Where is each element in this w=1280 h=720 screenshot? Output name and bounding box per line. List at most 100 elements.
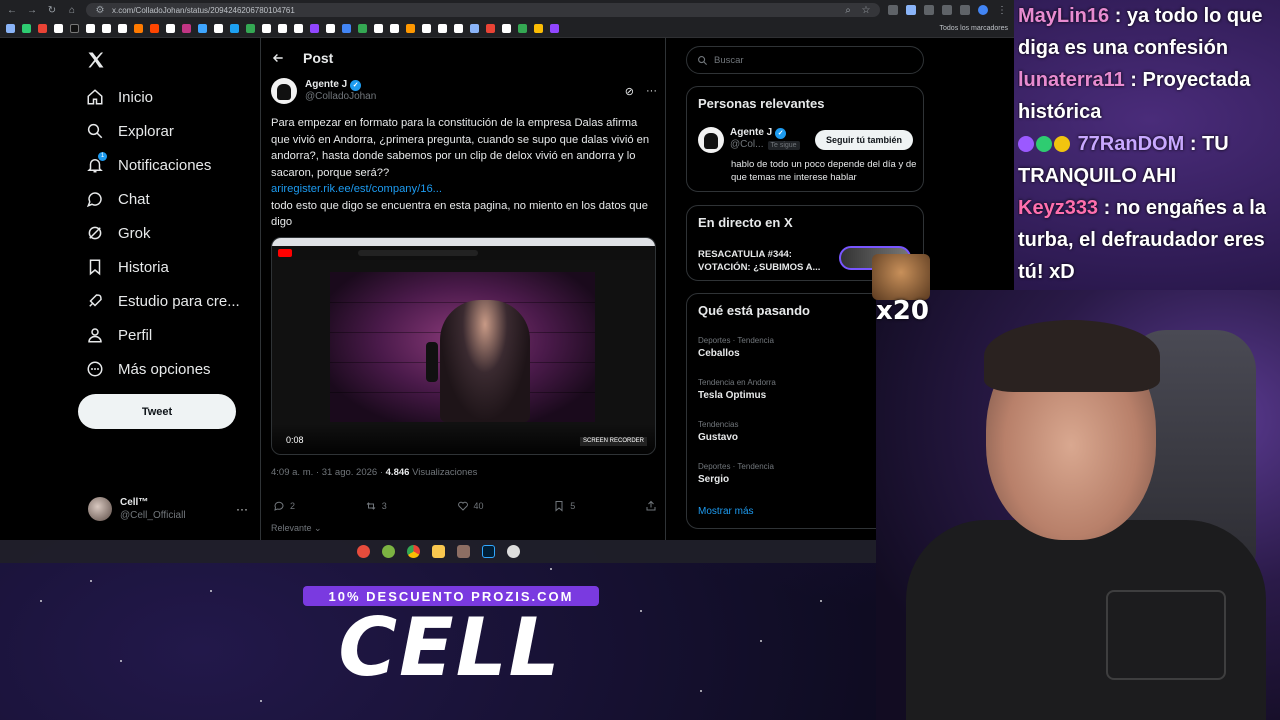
- extension-icon[interactable]: [888, 5, 898, 15]
- bookmark-icon[interactable]: [534, 24, 543, 33]
- sidebar-item-explorar[interactable]: Explorar: [86, 122, 174, 140]
- bookmark-icon[interactable]: [358, 24, 367, 33]
- taskbar: [0, 540, 876, 563]
- site-info-icon[interactable]: ⚙: [94, 5, 106, 16]
- url-text: x.com/ColladoJohan/status/20942462067801…: [112, 5, 295, 15]
- post-date[interactable]: 31 ago. 2026: [322, 467, 377, 478]
- chat-icon: [86, 192, 102, 208]
- address-bar[interactable]: ⚙ x.com/ColladoJohan/status/209424620678…: [86, 3, 880, 17]
- puzzle-icon[interactable]: [924, 5, 934, 15]
- bookmark-icon[interactable]: [502, 24, 511, 33]
- bookmark-icon[interactable]: [38, 24, 47, 33]
- bookmark-icon[interactable]: [54, 24, 63, 33]
- sidebar-item-notificaciones[interactable]: 1 Notificaciones: [86, 152, 211, 174]
- follow-back-button[interactable]: Seguir tú también: [814, 130, 913, 150]
- trend-item[interactable]: Tendencias Gustavo: [698, 420, 738, 443]
- bookmark-icon[interactable]: [550, 24, 559, 33]
- bookmark-icon[interactable]: [86, 24, 95, 33]
- sort-replies[interactable]: Relevante ⌄: [271, 523, 322, 534]
- avatar[interactable]: [271, 78, 297, 104]
- back-arrow-icon[interactable]: [271, 51, 285, 65]
- sidebar-item-historia[interactable]: Historia: [86, 258, 169, 276]
- back-icon[interactable]: ←: [6, 5, 18, 16]
- more-dots-icon[interactable]: ···: [646, 85, 657, 98]
- bookmark-icon[interactable]: [150, 24, 159, 33]
- bookmark-icon[interactable]: [118, 24, 127, 33]
- like-button[interactable]: 40: [457, 500, 484, 512]
- trend-item[interactable]: Deportes · Tendencia Ceballos: [698, 336, 774, 359]
- sidebar-item-inicio[interactable]: Inicio: [86, 88, 153, 106]
- repost-button[interactable]: 3: [365, 500, 387, 512]
- bookmark-icon[interactable]: [518, 24, 527, 33]
- tweet-button[interactable]: Tweet: [78, 394, 236, 429]
- bookmark-icon[interactable]: [198, 24, 207, 33]
- bookmark-icon[interactable]: [6, 24, 15, 33]
- profile-icon[interactable]: [978, 5, 988, 15]
- bookmark-icon[interactable]: [294, 24, 303, 33]
- bookmark-icon[interactable]: [310, 24, 319, 33]
- post-time[interactable]: 4:09 a. m.: [271, 467, 313, 478]
- reply-button[interactable]: 2: [273, 500, 295, 512]
- zoom-icon[interactable]: ⌕: [842, 5, 854, 16]
- reload-icon[interactable]: ↻: [46, 5, 58, 16]
- bookmarks-folder[interactable]: Todos los marcadores: [940, 25, 1008, 32]
- bookmark-icon[interactable]: [342, 24, 351, 33]
- account-switcher[interactable]: Cell™ @Cell_Officiall ···: [88, 496, 248, 522]
- app-icon[interactable]: [506, 545, 520, 558]
- sidebar-item-grok[interactable]: Grok: [86, 224, 151, 242]
- bookmark-icon[interactable]: [406, 24, 415, 33]
- bookmark-icon[interactable]: [182, 24, 191, 33]
- bookmark-icon[interactable]: [438, 24, 447, 33]
- chevron-down-icon: ⌄: [314, 523, 322, 533]
- bookmark-icon[interactable]: [166, 24, 175, 33]
- bookmark-icon[interactable]: [486, 24, 495, 33]
- app-icon[interactable]: [456, 545, 470, 558]
- share-button[interactable]: [645, 500, 657, 512]
- bookmark-icon[interactable]: [278, 24, 287, 33]
- chrome-icon[interactable]: [406, 545, 420, 558]
- bookmark-icon[interactable]: [134, 24, 143, 33]
- forward-icon[interactable]: →: [26, 5, 38, 16]
- bookmark-icon[interactable]: [326, 24, 335, 33]
- browser-window: ← → ↻ ⌂ ⚙ x.com/ColladoJohan/status/2094…: [0, 0, 1014, 540]
- bookmark-icon[interactable]: [214, 24, 223, 33]
- bookmark-icon[interactable]: [262, 24, 271, 33]
- post-link[interactable]: ariregister.rik.ee/est/company/16...: [271, 181, 659, 198]
- sidebar-item-mas-opciones[interactable]: Más opciones: [86, 360, 211, 378]
- menu-kebab-icon[interactable]: ⋮: [996, 5, 1008, 16]
- show-more-link[interactable]: Mostrar más: [698, 506, 754, 517]
- app-icon[interactable]: [356, 545, 370, 558]
- trend-item[interactable]: Tendencia en Andorra Tesla Optimus: [698, 378, 776, 401]
- bookmark-icon[interactable]: [454, 24, 463, 33]
- live-stream-title[interactable]: RESACATULIA #344: VOTACIÓN: ¿SUBIMOS A..…: [698, 248, 838, 274]
- bookmark-icon[interactable]: [70, 24, 79, 33]
- download-icon[interactable]: [942, 5, 952, 15]
- sidebar-item-perfil[interactable]: Perfil: [86, 326, 152, 344]
- bookmark-icon[interactable]: [374, 24, 383, 33]
- extension-icon[interactable]: [906, 5, 916, 15]
- bookmark-icon[interactable]: [246, 24, 255, 33]
- app-icon[interactable]: [381, 545, 395, 558]
- bookmark-icon[interactable]: [470, 24, 479, 33]
- sidebar-item-estudio[interactable]: Estudio para cre...: [86, 292, 240, 310]
- search-input[interactable]: Buscar: [686, 46, 924, 74]
- author-handle[interactable]: @ColladoJohan: [305, 91, 376, 103]
- sidepanel-icon[interactable]: [960, 5, 970, 15]
- trend-item[interactable]: Deportes · Tendencia Sergio: [698, 462, 774, 485]
- home-browser-icon[interactable]: ⌂: [66, 5, 78, 16]
- bookmark-button[interactable]: 5: [553, 500, 575, 512]
- grok-explain-icon[interactable]: ⊘: [625, 85, 634, 98]
- folder-icon[interactable]: [431, 545, 445, 558]
- bookmark-icon[interactable]: [22, 24, 31, 33]
- more-dots-icon[interactable]: ···: [236, 502, 248, 516]
- bookmark-icon[interactable]: [230, 24, 239, 33]
- bookmark-icon[interactable]: [102, 24, 111, 33]
- x-logo-icon[interactable]: [86, 50, 106, 70]
- sidebar-item-chat[interactable]: Chat: [86, 190, 150, 208]
- star-icon[interactable]: ☆: [860, 5, 872, 16]
- photoshop-icon[interactable]: [481, 545, 495, 558]
- post-video[interactable]: 0:08 SCREEN RECORDER: [271, 237, 656, 455]
- bookmark-icon[interactable]: [390, 24, 399, 33]
- bookmark-icon[interactable]: [422, 24, 431, 33]
- author-display[interactable]: Agente J ✓: [305, 79, 376, 91]
